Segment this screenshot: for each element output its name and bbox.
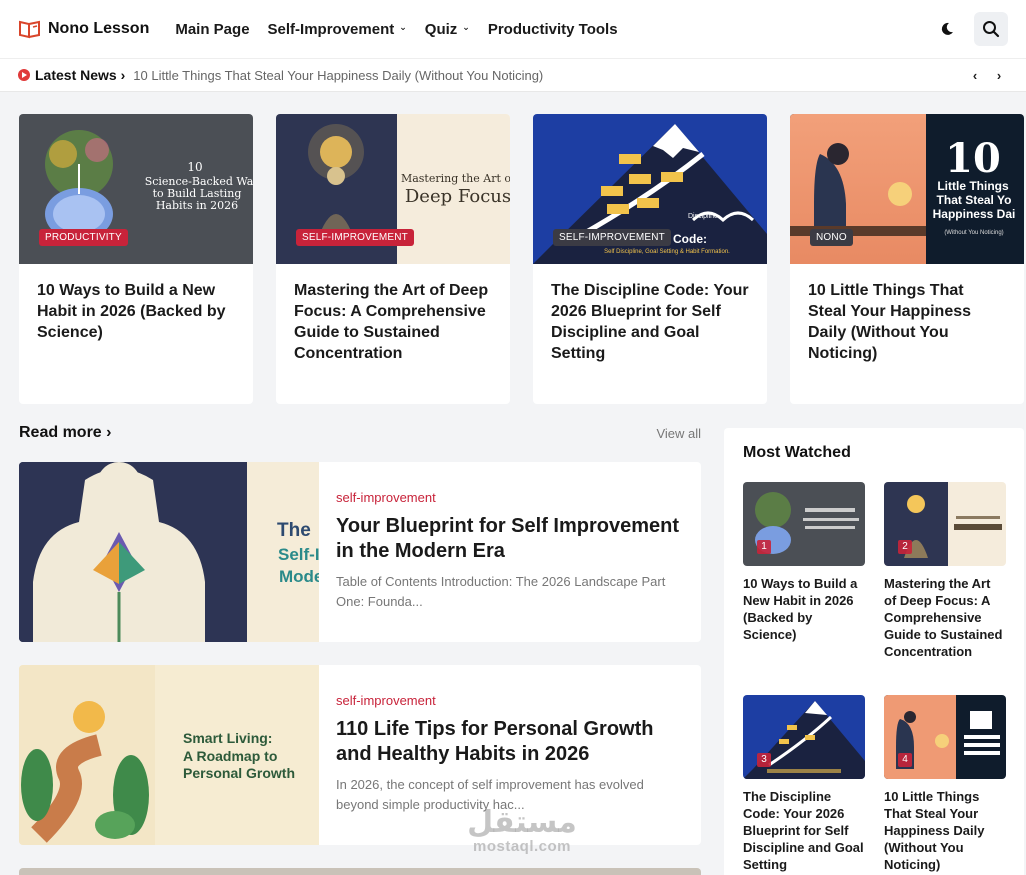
post-title[interactable]: Your Blueprint for Self Improvement in t…: [336, 514, 685, 564]
image-caption: That Steal Yo: [937, 193, 1012, 207]
category-badge[interactable]: NONO: [810, 229, 853, 246]
image-caption: Mode: [279, 567, 319, 586]
image-caption: Mastering the Art of: [401, 172, 510, 185]
image-caption: (Without You Noticing): [944, 230, 1003, 236]
nav-label: Productivity Tools: [487, 20, 618, 38]
chevron-down-icon: ⌄: [399, 21, 407, 32]
nav-label: Main Page: [175, 20, 250, 38]
read-more-title-text: Read more: [19, 424, 102, 441]
post-image: The Self-I Mode: [19, 462, 319, 642]
thumbnail: 1: [743, 482, 865, 566]
ticker-prev-button[interactable]: ‹: [966, 66, 984, 84]
main-nav: Main Page Self-Improvement ⌄ Quiz ⌄ Produc…: [175, 21, 617, 38]
featured-title[interactable]: The Discipline Code: Your 2026 Blueprint…: [533, 264, 767, 364]
item-title[interactable]: 10 Little Things That Steal Your Happine…: [884, 788, 1006, 873]
watermark-latin: mostaql.com: [472, 838, 572, 855]
post-title[interactable]: 110 Life Tips for Personal Growth and He…: [336, 717, 685, 767]
category-badge[interactable]: SELF-IMPROVEMENT: [296, 229, 414, 246]
most-watched-widget: Most Watched 1 10 Ways to Build a New Ha…: [724, 428, 1024, 875]
post-card[interactable]: Smart Living: A Roadmap to Personal Grow…: [19, 665, 701, 845]
image-caption: Habits in 2026: [156, 199, 238, 212]
ticker-label-text: Latest News: [35, 67, 117, 83]
dark-mode-toggle[interactable]: [932, 14, 962, 44]
latest-news-ticker: Latest News › 10 Little Things That Stea…: [0, 58, 1026, 92]
image-caption: Smart Living:: [183, 730, 272, 746]
featured-title[interactable]: 10 Little Things That Steal Your Happine…: [790, 264, 1024, 364]
thumbnail: 2: [884, 482, 1006, 566]
category-badge[interactable]: SELF-IMPROVEMENT: [553, 229, 671, 246]
image-caption: Deep Focus: [405, 186, 510, 207]
featured-image: Discipline Code: Self Discipline, Goal S…: [533, 114, 767, 264]
thumbnail: 3: [743, 695, 865, 779]
image-caption: Discipline: [688, 213, 718, 220]
rank-badge: 4: [898, 753, 912, 767]
featured-image: 10 Science-Backed Wa to Build Lasting Ha…: [19, 114, 253, 264]
most-watched-item[interactable]: 4 10 Little Things That Steal Your Happi…: [884, 695, 1006, 873]
post-image: Smart Living: A Roadmap to Personal Grow…: [19, 665, 319, 845]
logo-text: Nono Lesson: [48, 20, 150, 37]
image-caption: Code:: [673, 232, 707, 246]
thumbnail: 4: [884, 695, 1006, 779]
featured-title[interactable]: 10 Ways to Build a New Habit in 2026 (Ba…: [19, 264, 253, 343]
featured-card[interactable]: 10 Little Things That Steal Yo Happiness…: [790, 114, 1024, 404]
nav-productivity-tools[interactable]: Productivity Tools: [488, 21, 618, 38]
image-caption: 10: [187, 160, 202, 174]
rank-badge: 1: [757, 540, 771, 554]
play-icon: [18, 69, 30, 81]
most-watched-item[interactable]: 3 The Discipline Code: Your 2026 Bluepri…: [743, 695, 865, 873]
ticker-label[interactable]: Latest News ›: [35, 67, 125, 83]
featured-card[interactable]: 10 Science-Backed Wa to Build Lasting Ha…: [19, 114, 253, 404]
read-more-title[interactable]: Read more ›: [19, 424, 111, 442]
image-caption: A Roadmap to: [183, 748, 277, 764]
site-logo[interactable]: Nono Lesson: [18, 19, 149, 39]
image-caption: The: [277, 520, 311, 541]
image-caption: 10: [945, 135, 1001, 182]
watermark-arabic: مستقل: [467, 805, 577, 840]
image-caption: Self-I: [278, 545, 319, 564]
featured-card[interactable]: Discipline Code: Self Discipline, Goal S…: [533, 114, 767, 404]
featured-title[interactable]: Mastering the Art of Deep Focus: A Compr…: [276, 264, 510, 364]
nav-main-page[interactable]: Main Page: [175, 21, 249, 38]
most-watched-item[interactable]: 2 Mastering the Art of Deep Focus: A Com…: [884, 482, 1006, 660]
book-logo-icon: [19, 20, 40, 39]
widget-title: Most Watched: [743, 444, 851, 461]
image-caption: Happiness Dai: [933, 207, 1016, 221]
featured-card[interactable]: Mastering the Art of Deep Focus SELF-IMP…: [276, 114, 510, 404]
item-title[interactable]: Mastering the Art of Deep Focus: A Compr…: [884, 575, 1006, 660]
read-more-header: Read more › View all: [19, 424, 701, 442]
nav-self-improvement[interactable]: Self-Improvement ⌄: [268, 21, 407, 38]
rank-badge: 3: [757, 753, 771, 767]
view-all-link[interactable]: View all: [656, 426, 701, 441]
post-category[interactable]: self-improvement: [336, 693, 685, 708]
search-icon: [983, 21, 1000, 38]
featured-image: 10 Little Things That Steal Yo Happiness…: [790, 114, 1024, 264]
item-title[interactable]: The Discipline Code: Your 2026 Blueprint…: [743, 788, 865, 873]
nav-quiz[interactable]: Quiz ⌄: [425, 21, 470, 38]
rank-badge: 2: [898, 540, 912, 554]
post-category[interactable]: self-improvement: [336, 490, 685, 505]
post-card-partial[interactable]: [19, 868, 701, 875]
ticker-next-button[interactable]: ›: [990, 66, 1008, 84]
nav-label: Self-Improvement: [267, 20, 395, 38]
featured-image: Mastering the Art of Deep Focus SELF-IMP…: [276, 114, 510, 264]
moon-icon: [941, 22, 953, 35]
most-watched-item[interactable]: 1 10 Ways to Build a New Habit in 2026 (…: [743, 482, 865, 660]
image-caption: Self Discipline, Goal Setting & Habit Fo…: [604, 249, 730, 255]
ticker-headline[interactable]: 10 Little Things That Steal Your Happine…: [133, 68, 543, 83]
body-lotus-illustration: The Self-I Mode: [19, 462, 319, 642]
post-excerpt: Table of Contents Introduction: The 2026…: [336, 574, 666, 609]
chevron-down-icon: ⌄: [462, 21, 470, 32]
image-caption: Personal Growth: [183, 765, 295, 781]
post-card[interactable]: The Self-I Mode self-improvement Your Bl…: [19, 462, 701, 642]
search-button[interactable]: [974, 12, 1008, 46]
watermark: مستقل mostaql.com: [452, 805, 592, 856]
item-title[interactable]: 10 Ways to Build a New Habit in 2026 (Ba…: [743, 575, 865, 643]
road-plants-illustration: Smart Living: A Roadmap to Personal Grow…: [19, 665, 295, 845]
featured-posts: 10 Science-Backed Wa to Build Lasting Ha…: [19, 114, 1024, 404]
category-badge[interactable]: PRODUCTIVITY: [39, 229, 128, 246]
nav-label: Quiz: [424, 20, 458, 38]
site-header: Nono Lesson Main Page Self-Improvement ⌄ …: [0, 0, 1026, 58]
image-caption: Little Things: [937, 179, 1009, 193]
